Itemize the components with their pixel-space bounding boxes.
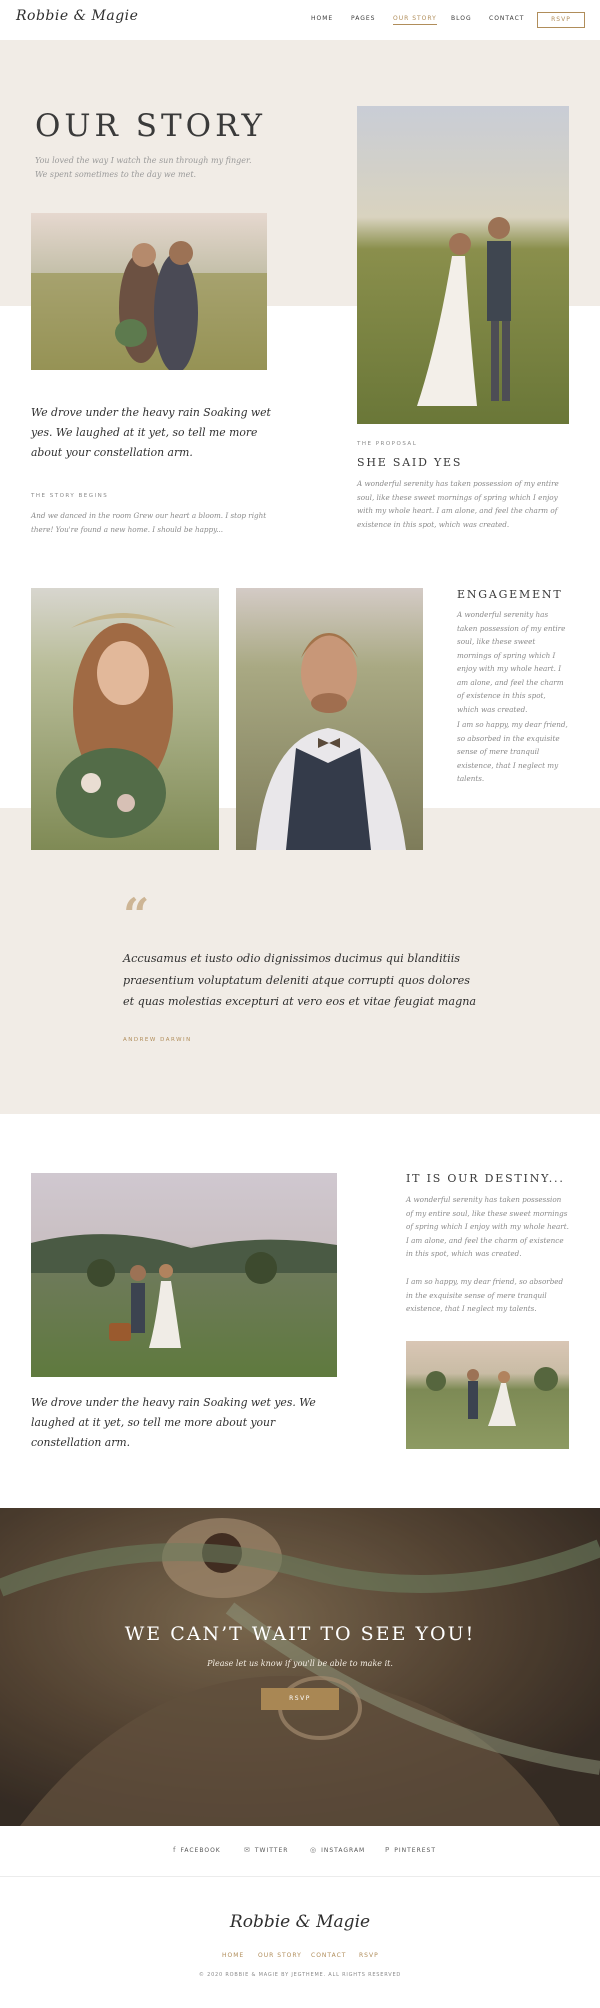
social-twitter-label: TWITTER bbox=[254, 1847, 289, 1854]
nav-home[interactable]: HOME bbox=[311, 15, 333, 22]
nav-contact[interactable]: CONTACT bbox=[489, 15, 524, 22]
site-logo[interactable]: Robbie & Magie bbox=[16, 8, 138, 24]
engagement-title: ENGAGEMENT bbox=[457, 588, 563, 601]
engagement-text-1: A wonderful serenity has taken possessio… bbox=[457, 610, 566, 714]
destiny-text-1: A wonderful serenity has taken possessio… bbox=[406, 1195, 569, 1258]
instagram-icon: ◎ bbox=[310, 1846, 318, 1854]
destiny-title: IT IS OUR DESTINY... bbox=[406, 1172, 565, 1185]
rsvp-banner-button[interactable]: RSVP bbox=[261, 1688, 339, 1710]
social-pinterest-label: PINTEREST bbox=[394, 1847, 436, 1854]
groom-portrait-photo bbox=[236, 588, 423, 850]
story-begins-text: And we danced in the room Grew our heart… bbox=[31, 511, 267, 534]
nav-blog[interactable]: BLOG bbox=[451, 15, 472, 22]
social-pinterest-link[interactable]: P PINTEREST bbox=[385, 1846, 436, 1854]
social-facebook-link[interactable]: f FACEBOOK bbox=[173, 1846, 221, 1854]
proposal-photo bbox=[357, 106, 569, 424]
social-twitter-link[interactable]: ✉ TWITTER bbox=[244, 1846, 288, 1854]
quote-author: ANDREW DARWIN bbox=[123, 1037, 192, 1043]
footer-divider bbox=[0, 1876, 600, 1877]
footer-nav-home[interactable]: HOME bbox=[222, 1952, 244, 1959]
quote-text: Accusamus et iusto odio dignissimos duci… bbox=[123, 952, 477, 1008]
intro-subtitle: You loved the way I watch the sun throug… bbox=[35, 156, 252, 179]
footer-nav-our-story[interactable]: OUR STORY bbox=[258, 1952, 302, 1959]
proposal-text: A wonderful serenity has taken possessio… bbox=[357, 479, 559, 529]
footer-copyright: © 2020 ROBBIE & MAGIE BY JEGTHEME. ALL R… bbox=[198, 1972, 402, 1978]
intro-lead-text: We drove under the heavy rain Soaking we… bbox=[31, 406, 271, 459]
proposal-title: SHE SAID YES bbox=[357, 456, 463, 469]
couple-running-photo bbox=[406, 1341, 569, 1449]
couple-embrace-photo bbox=[31, 213, 267, 370]
page-title: OUR STORY bbox=[35, 108, 266, 144]
story-begins-label: THE STORY BEGINS bbox=[31, 493, 109, 499]
footer-nav-contact[interactable]: CONTACT bbox=[311, 1952, 346, 1959]
bride-portrait-photo bbox=[31, 588, 219, 850]
pinterest-icon: P bbox=[385, 1846, 391, 1854]
social-instagram-link[interactable]: ◎ INSTAGRAM bbox=[310, 1846, 365, 1854]
destiny-text-2: I am so happy, my dear friend, so absorb… bbox=[406, 1277, 564, 1313]
couple-field-walk-photo bbox=[31, 1173, 337, 1377]
quote-mark-icon: “ bbox=[123, 888, 150, 942]
footer-nav-rsvp[interactable]: RSVP bbox=[359, 1952, 379, 1959]
site-header: Robbie & Magie HOME PAGES OUR STORY BLOG… bbox=[0, 0, 600, 40]
rsvp-banner-subtitle: Please let us know if you'll be able to … bbox=[207, 1659, 393, 1668]
destiny-lead-text: We drove under the heavy rain Soaking we… bbox=[31, 1396, 316, 1449]
social-facebook-label: FACEBOOK bbox=[180, 1847, 221, 1854]
header-rsvp-button[interactable]: RSVP bbox=[537, 12, 585, 28]
rsvp-banner-title: WE CAN’T WAIT TO SEE YOU! bbox=[124, 1623, 476, 1645]
page: Robbie & Magie HOME PAGES OUR STORY BLOG… bbox=[0, 0, 600, 2008]
proposal-label: THE PROPOSAL bbox=[357, 441, 418, 447]
footer-logo[interactable]: Robbie & Magie bbox=[0, 1912, 600, 1932]
nav-pages[interactable]: PAGES bbox=[351, 15, 375, 22]
nav-our-story[interactable]: OUR STORY bbox=[393, 15, 437, 25]
facebook-icon: f bbox=[173, 1846, 177, 1854]
twitter-icon: ✉ bbox=[244, 1846, 251, 1854]
engagement-text-2: I am so happy, my dear friend, so absorb… bbox=[457, 720, 568, 783]
social-instagram-label: INSTAGRAM bbox=[321, 1847, 366, 1854]
